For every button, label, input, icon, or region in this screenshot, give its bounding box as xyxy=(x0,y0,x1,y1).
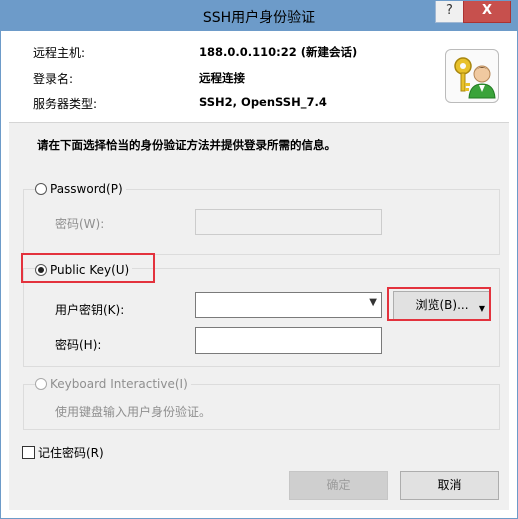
remember-password-checkbox[interactable] xyxy=(22,446,35,459)
password-field[interactable] xyxy=(195,209,382,235)
user-key-label: 用户密钥(K): xyxy=(55,303,125,317)
password-radio[interactable] xyxy=(35,183,47,195)
passphrase-field[interactable] xyxy=(195,327,382,354)
key-user-icon xyxy=(445,49,499,103)
keyboard-interactive-radio[interactable] xyxy=(35,378,47,390)
remember-password-label[interactable]: 记住密码(R) xyxy=(38,444,104,461)
instruction-text: 请在下面选择恰当的身份验证方法并提供登录所需的信息。 xyxy=(37,138,336,152)
info-label: 登录名: xyxy=(33,72,74,86)
info-value: 远程连接 xyxy=(199,71,245,85)
info-value: SSH2, OpenSSH_7.4 xyxy=(199,95,327,109)
ok-button[interactable]: 确定 xyxy=(289,471,388,500)
password-radio-label[interactable]: Password(P) xyxy=(47,182,126,196)
password-label: 密码(W): xyxy=(55,217,105,231)
chevron-down-icon[interactable]: ▼ xyxy=(369,297,377,308)
title-bar[interactable]: SSH用户身份验证 ? X xyxy=(1,1,517,31)
browse-highlight xyxy=(387,287,491,321)
public-key-highlight xyxy=(21,253,155,283)
info-label: 服务器类型: xyxy=(33,97,98,111)
dialog-body: 远程主机: 188.0.0.110:22 (新建会话) 登录名: 远程连接 服务… xyxy=(9,31,509,510)
session-info-panel: 远程主机: 188.0.0.110:22 (新建会话) 登录名: 远程连接 服务… xyxy=(9,31,509,123)
help-button[interactable]: ? xyxy=(435,1,464,23)
keyboard-interactive-radio-label[interactable]: Keyboard Interactive(I) xyxy=(47,377,191,391)
passphrase-label: 密码(H): xyxy=(55,338,102,352)
keyboard-interactive-description: 使用键盘输入用户身份验证。 xyxy=(55,405,212,419)
user-key-combobox[interactable]: ▼ xyxy=(195,292,382,318)
close-button[interactable]: X xyxy=(463,1,511,23)
cancel-button[interactable]: 取消 xyxy=(400,471,499,500)
info-label: 远程主机: xyxy=(33,46,86,60)
ssh-auth-dialog: SSH用户身份验证 ? X 远程主机: 188.0.0.110:22 (新建会话… xyxy=(0,0,518,519)
info-value: 188.0.0.110:22 (新建会话) xyxy=(199,45,358,59)
